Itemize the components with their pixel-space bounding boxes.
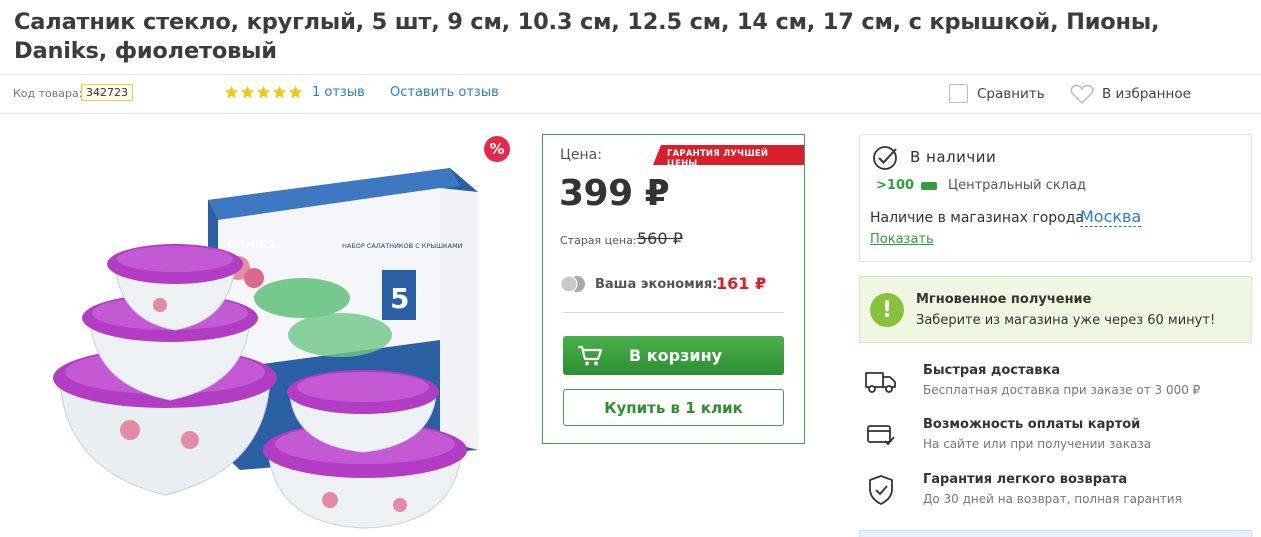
best-price-badge[interactable]: ГАРАНТИЯ ЛУЧШЕЙ ЦЕНЫ (653, 145, 804, 165)
card-icon (867, 425, 895, 446)
star-icon (256, 85, 271, 99)
exclamation-icon: ! (870, 293, 904, 327)
product-title: Салатник стекло, круглый, 5 шт, 9 см, 10… (14, 9, 1160, 64)
add-to-cart-button[interactable]: В корзину (563, 336, 784, 375)
buy-one-click-button[interactable]: Купить в 1 клик (563, 389, 784, 426)
price-box: Цена: ГАРАНТИЯ ЛУЧШЕЙ ЦЕНЫ 399 ₽ Старая … (542, 134, 805, 444)
add-to-cart-label: В корзину (629, 346, 723, 365)
show-stores-link[interactable]: Показать (870, 232, 934, 247)
sku-label: Код товара: (13, 87, 83, 100)
star-icon (240, 85, 255, 99)
old-price: 560 ₽ (637, 229, 683, 248)
leave-review-link[interactable]: Оставить отзыв (390, 85, 499, 100)
compare-toggle[interactable]: Сравнить (949, 84, 1045, 103)
current-price: 399 ₽ (559, 173, 670, 214)
next-section-strip (859, 530, 1252, 537)
feature-title: Быстрая доставка (923, 363, 1061, 378)
product-image[interactable]: 5 DANIKS НАБОР САЛАТНИКОВ С КРЫШКАМИ (40, 140, 510, 530)
feature-text: Бесплатная доставка при заказе от 3 000 … (923, 383, 1201, 397)
feature-delivery: Быстрая доставка Бесплатная доставка при… (859, 363, 1259, 403)
stock-city-label: Наличие в магазинах города (870, 210, 1085, 226)
rating-stars[interactable] (224, 85, 303, 103)
favorite-label: В избранное (1102, 86, 1191, 102)
savings-value: 161 ₽ (716, 274, 767, 293)
stock-count: >100 (876, 178, 915, 193)
instant-title: Мгновенное получение (916, 292, 1092, 307)
cart-icon (578, 345, 603, 365)
feature-title: Возможность оплаты картой (923, 417, 1141, 432)
divider (563, 312, 784, 313)
old-price-label: Старая цена: (560, 234, 637, 247)
city-selector[interactable]: Москва (1080, 207, 1142, 227)
feature-title: Гарантия легкого возврата (923, 472, 1128, 487)
compare-label: Сравнить (977, 85, 1045, 102)
sku-value[interactable]: 342723 (81, 84, 133, 101)
instant-pickup-box: ! Мгновенное получение Заберите из магаз… (859, 276, 1252, 343)
image-count-text: 5 (390, 282, 409, 315)
truck-icon (865, 372, 896, 393)
stock-level-bar (921, 182, 937, 190)
feature-return: Гарантия легкого возврата До 30 дней на … (859, 472, 1259, 512)
feature-text: На сайте или при получении заказа (923, 437, 1152, 451)
feature-text: До 30 дней на возврат, полная гарантия (923, 492, 1182, 506)
check-circle-icon (873, 146, 897, 170)
product-meta-row: Код товара: 342723 1 отзыв Оставить отзы… (0, 74, 1261, 114)
image-brand-text: DANIKS (228, 238, 275, 251)
coins-icon (560, 275, 585, 293)
heart-icon (1070, 84, 1094, 105)
star-icon (224, 85, 239, 99)
reviews-link[interactable]: 1 отзыв (312, 85, 365, 100)
shield-icon (869, 475, 893, 505)
stock-status: В наличии (910, 148, 997, 166)
instant-text: Заберите из магазина уже через 60 минут! (916, 313, 1216, 328)
compare-checkbox[interactable] (949, 84, 968, 103)
favorite-toggle[interactable]: В избранное (1070, 83, 1191, 105)
savings-label: Ваша экономия: (595, 277, 718, 292)
feature-card-payment: Возможность оплаты картой На сайте или п… (859, 417, 1259, 457)
price-label: Цена: (560, 147, 602, 163)
stock-warehouse: Центральный склад (948, 178, 1086, 193)
discount-badge: % (484, 136, 510, 162)
star-icon (288, 85, 303, 99)
image-box-label: НАБОР САЛАТНИКОВ С КРЫШКАМИ (342, 242, 463, 250)
star-icon (272, 85, 287, 99)
stock-box: В наличии >100 Центральный склад Наличие… (859, 134, 1252, 262)
